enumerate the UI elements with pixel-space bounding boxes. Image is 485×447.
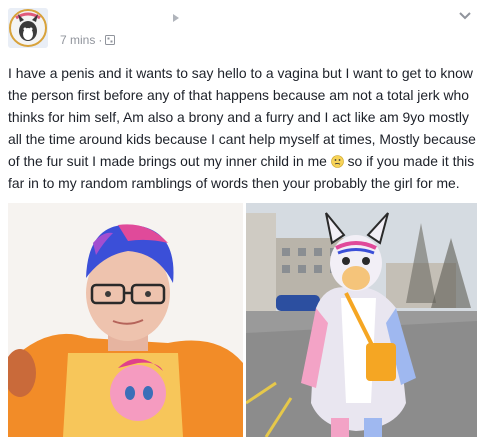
post-body: I have a penis and it wants to say hello… xyxy=(8,62,476,194)
post-time[interactable]: 7 mins xyxy=(60,33,95,47)
meta-separator: · xyxy=(98,33,103,47)
profile-avatar[interactable] xyxy=(8,8,48,48)
public-globe-icon[interactable] xyxy=(105,35,116,45)
confused-face-emoji xyxy=(330,155,344,168)
post-header: 7 mins · xyxy=(8,8,478,50)
play-icon[interactable] xyxy=(170,12,182,24)
fursuit-photo[interactable] xyxy=(246,203,477,437)
post-timestamp[interactable]: 7 mins · xyxy=(60,33,116,47)
chevron-down-icon[interactable] xyxy=(458,11,472,21)
selfie-photo[interactable] xyxy=(8,203,243,437)
